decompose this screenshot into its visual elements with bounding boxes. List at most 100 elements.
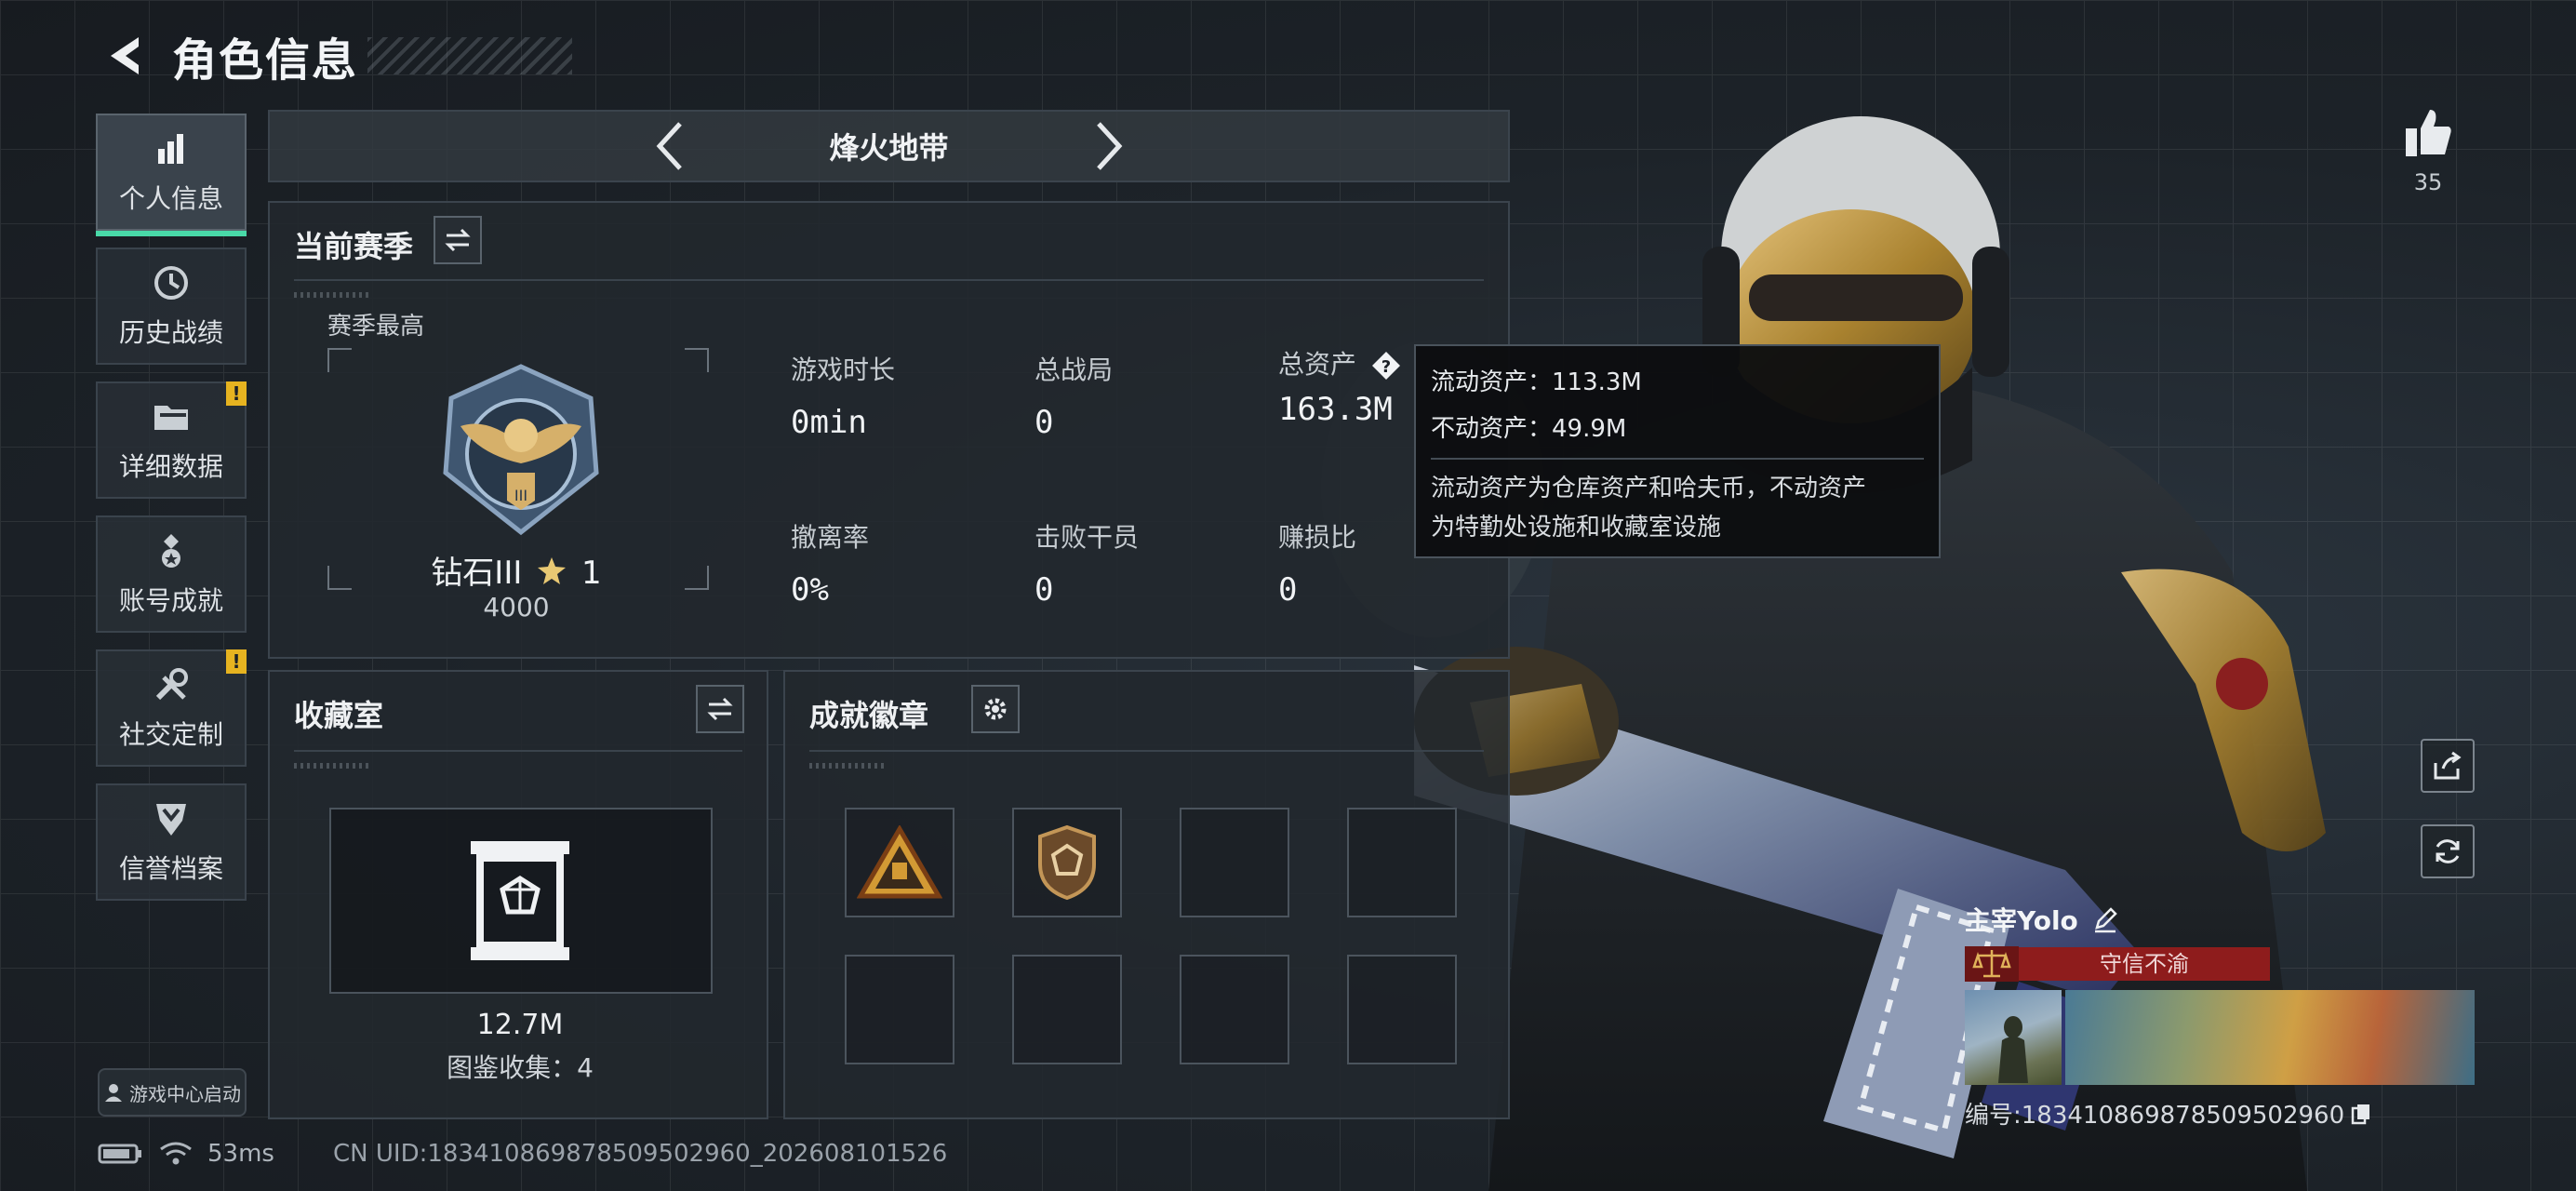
rank-score: 4000	[483, 592, 550, 622]
stat-value: 163.3M	[1278, 391, 1393, 428]
stat-play-time: 游戏时长 0min	[791, 350, 895, 441]
collection-panel[interactable]: 收藏室 12.7M 图鉴收集：4	[268, 670, 768, 1119]
trust-label: 守信不渝	[2019, 947, 2270, 981]
nav-item-personal-info[interactable]: 个人信息	[96, 114, 247, 236]
wifi-icon	[160, 1142, 192, 1165]
help-icon[interactable]: ?	[1370, 350, 1402, 381]
tooltip-divider	[1431, 458, 1924, 460]
user-icon	[105, 1084, 122, 1102]
star-icon	[538, 557, 567, 584]
share-button[interactable]	[2421, 739, 2475, 793]
edit-pencil-icon[interactable]	[2091, 905, 2119, 933]
scales-badge-icon	[1965, 946, 2019, 982]
nav-item-history[interactable]: 历史战绩	[96, 248, 247, 365]
game-center-launch-button[interactable]: 游戏中心启动	[98, 1068, 247, 1117]
badge-slot-6[interactable]	[1012, 955, 1122, 1064]
divider	[294, 279, 1484, 281]
stat-label: 总战局	[1034, 355, 1114, 385]
status-bar: 53ms	[98, 1140, 274, 1168]
rank-emblem-icon: III	[443, 364, 599, 536]
player-name-text: 主宰Yolo	[1965, 905, 2078, 936]
divider	[294, 750, 742, 752]
copy-icon[interactable]	[2350, 1103, 2372, 1125]
alert-badge: !	[226, 381, 247, 406]
chevron-right-icon[interactable]	[1089, 118, 1130, 174]
nav-label: 信誉档案	[118, 853, 223, 884]
stat-label: 总资产 ?	[1278, 344, 1402, 381]
tooltip-note-line1: 流动资产为仓库资产和哈夫币，不动资产	[1431, 475, 1867, 502]
medal-icon	[162, 534, 180, 568]
stat-label: 赚损比	[1278, 522, 1357, 553]
season-switch-button[interactable]	[434, 216, 482, 264]
avatar-figure	[1998, 1016, 2028, 1083]
badge-slot-3[interactable]	[1180, 808, 1289, 917]
swap-icon	[707, 697, 733, 721]
avatar[interactable]	[1965, 990, 2062, 1085]
nav-label: 历史战绩	[118, 317, 223, 348]
swap-icon	[445, 228, 471, 252]
like-button[interactable]: 35	[2391, 104, 2465, 195]
nav-item-detailed-data[interactable]: 详细数据 !	[96, 381, 247, 499]
title-decoration	[367, 37, 573, 74]
tooltip-fixed-assets: 不动资产：49.9M	[1431, 415, 1627, 443]
back-arrow-icon[interactable]	[98, 28, 153, 84]
rank-name: 钻石III 1	[326, 547, 707, 593]
rank-name-text: 钻石III	[431, 555, 523, 592]
display-case-icon	[471, 841, 569, 960]
svg-text:?: ?	[1381, 357, 1391, 377]
tools-icon	[155, 668, 188, 701]
achievements-settings-button[interactable]	[971, 685, 1020, 733]
nav-label: 详细数据	[118, 451, 223, 482]
trust-row: 守信不渝	[1965, 946, 2486, 982]
stat-label: 游戏时长	[791, 355, 896, 385]
stat-value: 0	[1034, 404, 1054, 441]
player-card: 主宰Yolo 守信不渝 编号:18341086987850950296​0	[1965, 901, 2486, 1133]
collection-title: 收藏室	[294, 698, 384, 733]
nav-label: 账号成就	[118, 585, 223, 616]
badge-slot-2[interactable]	[1012, 808, 1122, 917]
nav-item-credit-record[interactable]: 信誉档案	[96, 783, 247, 901]
mode-title: 烽火地带	[829, 130, 949, 166]
badge-slot-7[interactable]	[1180, 955, 1289, 1064]
clock-history-icon	[154, 266, 188, 300]
divider	[809, 750, 1484, 752]
triangle-badge-icon	[857, 825, 942, 899]
nav-label: 社交定制	[118, 719, 223, 750]
badge-slot-8[interactable]	[1347, 955, 1457, 1064]
badge-slot-1[interactable]	[845, 808, 954, 917]
badge-slot-5[interactable]	[845, 955, 954, 1064]
mode-selector: 烽火地带	[268, 110, 1510, 182]
stat-total-assets: 总资产 ? 163.3M	[1278, 344, 1402, 428]
divider-dots	[294, 292, 368, 298]
shield-badge-icon	[1038, 824, 1096, 901]
collection-switch-button[interactable]	[696, 685, 744, 733]
player-avatar-row	[1965, 990, 2486, 1085]
bar-chart-icon	[158, 134, 183, 164]
chevron-left-icon[interactable]	[648, 118, 689, 174]
stat-label: 击败干员	[1034, 522, 1140, 553]
stat-value: 0	[1034, 571, 1054, 609]
nav-item-social-custom[interactable]: 社交定制 !	[96, 649, 247, 767]
badge-slot-4[interactable]	[1347, 808, 1457, 917]
tooltip-liquid-assets: 流动资产：113.3M	[1431, 368, 1642, 396]
game-center-label: 游戏中心启动	[129, 1082, 241, 1105]
rank-stars: 1	[581, 555, 602, 592]
season-panel: 当前赛季 赛季最高 III 钻石III 1 4000 游戏时长 0min 总战局…	[268, 201, 1510, 659]
divider-dots	[294, 763, 368, 769]
ping-value: 53ms	[207, 1140, 274, 1168]
battery-icon	[98, 1144, 141, 1164]
nav-item-achievements[interactable]: 账号成就	[96, 515, 247, 633]
refresh-button[interactable]	[2421, 824, 2475, 878]
divider-dots	[809, 763, 884, 769]
stat-label: 撤离率	[791, 522, 870, 553]
player-banner	[2065, 990, 2475, 1085]
uid-text: CN UID:18341086987850950296​0_2026081015…	[333, 1140, 948, 1168]
share-icon	[2434, 751, 2462, 780]
gear-icon	[984, 698, 1007, 720]
assets-tooltip: 流动资产：113.3M 不动资产：49.9M 流动资产为仓库资产和哈夫币，不动资…	[1414, 344, 1941, 558]
stat-value: 0min	[791, 404, 867, 441]
season-title: 当前赛季	[294, 229, 414, 264]
player-name: 主宰Yolo	[1965, 901, 2486, 938]
stat-extraction-rate: 撤离率 0%	[791, 517, 869, 609]
nav-label: 个人信息	[118, 183, 223, 214]
